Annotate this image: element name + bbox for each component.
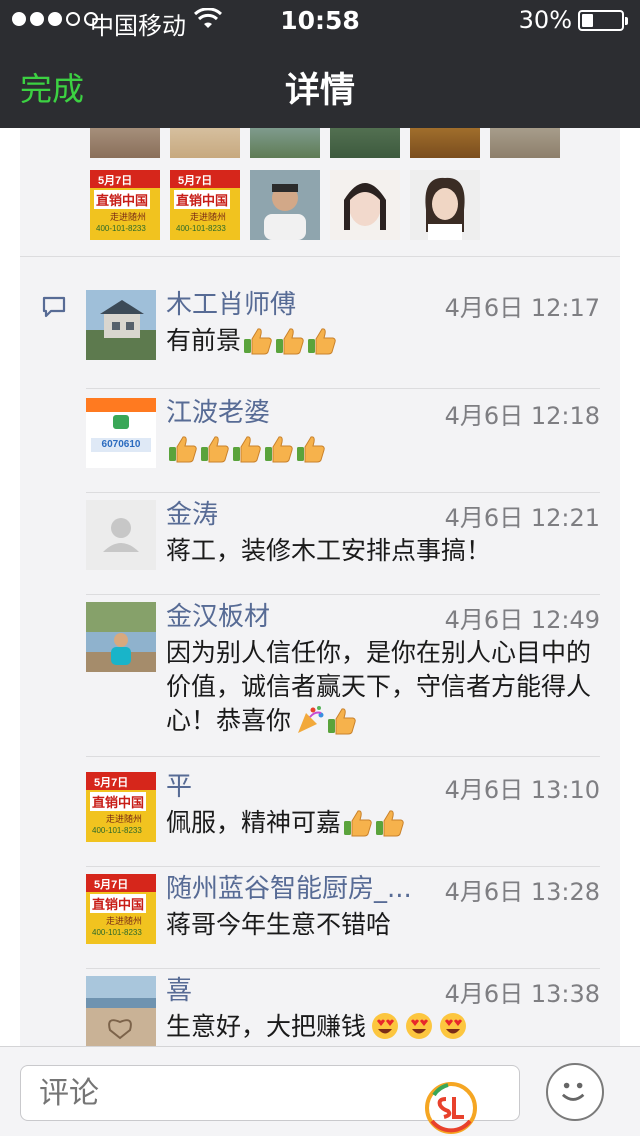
likes-comments-card: 5月7日 直销中国 走进随州 400-101-8233 5月7日 直销中国 走进随州 400… — [20, 128, 620, 1058]
emoji-button[interactable] — [546, 1063, 604, 1121]
poster-sub: 走进随州 — [110, 213, 147, 223]
poster-title: 直销中国 — [90, 894, 147, 913]
commenter-avatar[interactable]: 5月7日直销中国走进随州 400-101-8233 — [86, 874, 156, 944]
likes-divider — [20, 256, 620, 257]
thumbs-up-icon — [233, 436, 261, 463]
comment-text: 因为别人信任你，是你在别人心目中的价值，诚信者赢天下，守信者方能得人心！恭喜你 — [166, 638, 592, 735]
poster-title: 直销中国 — [90, 792, 147, 811]
like-avatar[interactable] — [330, 128, 400, 158]
thumbs-up-icon — [328, 708, 356, 735]
poster-date: 5月7日 — [178, 175, 213, 187]
navigation-bar: 完成 详情 — [0, 40, 640, 128]
comment-divider — [86, 492, 600, 493]
comment-time: 4月6日 12:18 — [444, 402, 600, 430]
comment-icon — [42, 296, 66, 318]
status-bar: 中国移动 10:58 30% — [0, 0, 640, 40]
comment-time: 4月6日 13:38 — [444, 980, 600, 1008]
poster-sub: 走进随州 — [190, 213, 227, 223]
likes-avatar-grid: 5月7日 直销中国 走进随州 400-101-8233 5月7日 直销中国 走进随州 400… — [20, 128, 620, 258]
like-avatar[interactable] — [410, 170, 480, 240]
page-title: 详情 — [284, 71, 355, 111]
poster-date: 5月7日 — [94, 879, 129, 891]
thumbs-up-icon — [376, 810, 404, 837]
poster-sub: 走进随州 — [106, 917, 143, 927]
like-avatar[interactable] — [90, 128, 160, 158]
commenter-avatar[interactable] — [86, 500, 156, 570]
commenter-name[interactable]: 木工肖师傅 — [166, 284, 296, 321]
thumbs-up-icon — [297, 436, 325, 463]
poster-phone: 400-101-8233 — [96, 224, 146, 233]
like-avatar[interactable]: 5月7日直销中国走进随州 400-101-8233 — [90, 170, 160, 240]
poster-sub: 走进随州 — [106, 815, 143, 825]
comment-text: 蒋工，装修木工安排点事搞！ — [166, 536, 492, 565]
comment-time: 4月6日 12:21 — [444, 504, 600, 532]
battery-percent: 30% — [518, 6, 572, 34]
watermark-logo — [425, 1082, 477, 1134]
top-bar: 中国移动 10:58 30% 完成 详情 — [0, 0, 640, 128]
poster-date: 5月7日 — [98, 175, 133, 187]
commenter-avatar[interactable] — [86, 290, 156, 360]
commenter-name[interactable]: 金涛 — [166, 494, 218, 531]
like-avatar[interactable] — [250, 128, 320, 158]
comment-text: 佩服，精神可嘉 — [166, 806, 600, 840]
thumbs-up-icon — [265, 436, 293, 463]
comment-text: 生意好，大把赚钱 — [166, 1010, 600, 1044]
thumbs-up-icon — [244, 328, 272, 355]
commenter-name[interactable]: 金汉板材 — [166, 596, 270, 633]
comment-text: 蒋哥今年生意不错哈 — [166, 910, 392, 939]
thumbs-up-icon — [308, 328, 336, 355]
like-avatar[interactable] — [490, 128, 560, 158]
thumbs-up-icon — [344, 810, 372, 837]
comment-divider — [86, 594, 600, 595]
comment-divider — [86, 866, 600, 867]
comment-divider — [86, 968, 600, 969]
poster-phone: 400-101-8233 — [92, 928, 142, 937]
comment-time: 4月6日 13:10 — [444, 776, 600, 804]
comment-text — [166, 432, 600, 466]
commenter-name[interactable]: 随州蓝谷智能厨房_... — [166, 868, 412, 905]
like-avatar[interactable] — [170, 128, 240, 158]
poster-phone: 400-101-8233 — [92, 826, 142, 835]
battery-icon — [578, 10, 628, 31]
like-avatar[interactable] — [330, 170, 400, 240]
poster-title: 直销中国 — [94, 190, 151, 209]
commenter-avatar[interactable]: 5月7日直销中国走进随州 400-101-8233 — [86, 772, 156, 842]
card-phone: 6070610 — [91, 438, 151, 452]
thumbs-up-icon — [169, 436, 197, 463]
like-avatar[interactable] — [410, 128, 480, 158]
comment-divider — [86, 388, 600, 389]
heart-eyes-icon — [440, 1013, 467, 1039]
heart-eyes-icon — [372, 1013, 399, 1039]
comment-divider — [86, 756, 600, 757]
comment-input-bar — [0, 1046, 640, 1136]
heart-eyes-icon — [406, 1013, 433, 1039]
commenter-avatar[interactable] — [86, 976, 156, 1046]
poster-date: 5月7日 — [94, 777, 129, 789]
comment-text: 有前景 — [166, 324, 600, 358]
thumbs-up-icon — [276, 328, 304, 355]
like-avatar[interactable]: 5月7日直销中国走进随州 400-101-8233 — [170, 170, 240, 240]
commenter-name[interactable]: 平 — [166, 766, 192, 803]
comment-time: 4月6日 12:17 — [444, 294, 600, 322]
party-popper-icon — [298, 706, 324, 733]
smiley-icon — [561, 1082, 585, 1101]
poster-title: 直销中国 — [174, 190, 231, 209]
commenter-name[interactable]: 喜 — [166, 970, 192, 1007]
commenter-name[interactable]: 江波老婆 — [166, 392, 270, 429]
poster-phone: 400-101-8233 — [176, 224, 226, 233]
comment-time: 4月6日 12:49 — [444, 606, 600, 634]
comment-time: 4月6日 13:28 — [444, 878, 600, 906]
like-avatar[interactable] — [250, 170, 320, 240]
commenter-avatar[interactable] — [86, 602, 156, 672]
thumbs-up-icon — [201, 436, 229, 463]
commenter-avatar[interactable]: 6070610 — [86, 398, 156, 468]
